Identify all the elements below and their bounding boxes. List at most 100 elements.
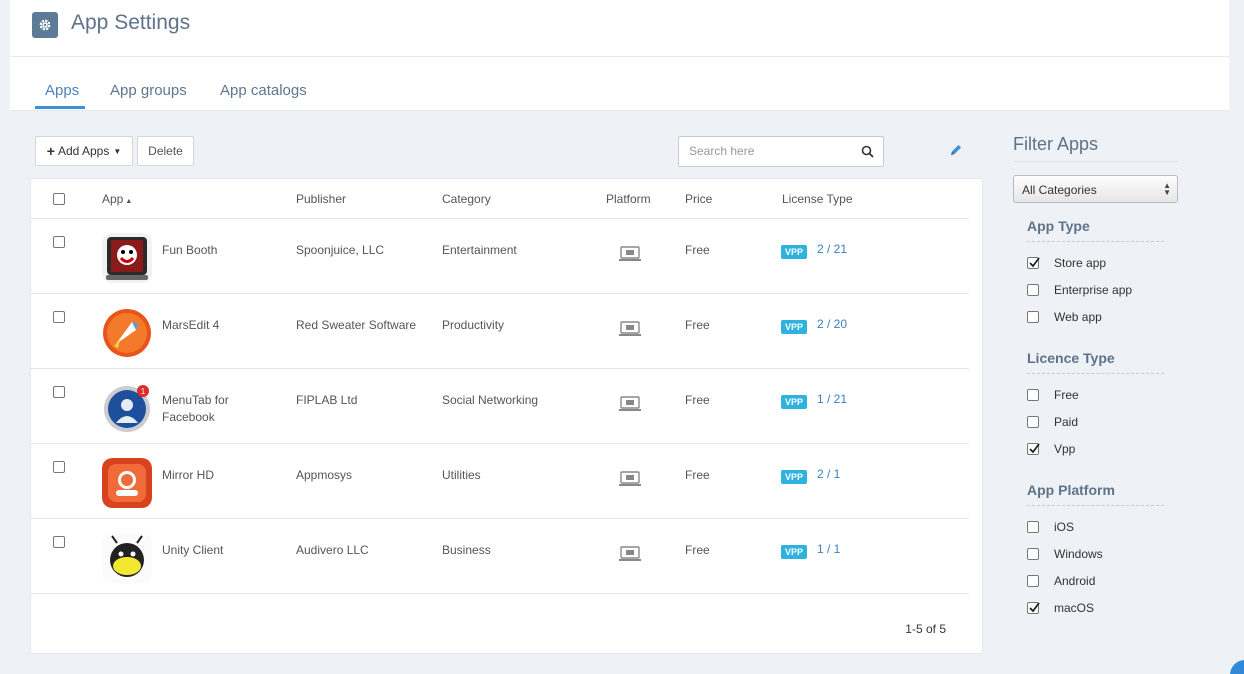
column-category: Category — [442, 192, 491, 206]
macos-platform-icon — [618, 546, 642, 565]
filter-vpp[interactable]: Vpp — [1027, 441, 1075, 457]
checkbox[interactable] — [1027, 548, 1039, 560]
search-input[interactable] — [689, 144, 849, 158]
filter-label: Android — [1054, 574, 1096, 588]
app-price: Free — [685, 393, 710, 407]
filter-label: Paid — [1054, 415, 1079, 429]
filter-title: Filter Apps — [1013, 134, 1099, 154]
filter-free[interactable]: Free — [1027, 387, 1079, 403]
macos-platform-icon — [618, 471, 642, 490]
filter-label: Vpp — [1054, 442, 1076, 456]
row-checkbox[interactable] — [53, 236, 65, 248]
column-app-sort[interactable]: App ▲ — [102, 192, 132, 206]
filter-label: Enterprise app — [1054, 283, 1133, 297]
checkbox[interactable] — [1027, 443, 1040, 455]
vpp-badge: VPP — [781, 245, 808, 259]
column-publisher: Publisher — [296, 192, 347, 206]
table-row[interactable]: Mirror HD Appmosys Utilities Free VPP 2 … — [31, 444, 969, 519]
table-row[interactable]: MarsEdit 4 Red Sweater Software Producti… — [31, 294, 969, 369]
app-name[interactable]: Fun Booth — [162, 242, 217, 259]
app-category: Social Networking — [442, 393, 539, 407]
checkbox[interactable] — [1027, 389, 1039, 401]
filter-label: Free — [1054, 388, 1079, 402]
app-name[interactable]: Mirror HD — [162, 467, 214, 484]
vpp-badge: VPP — [781, 545, 808, 559]
menutab-icon: 1 — [102, 383, 152, 433]
mirror-hd-icon — [102, 458, 152, 508]
help-bubble-button[interactable] — [1230, 660, 1244, 674]
vpp-badge: VPP — [781, 470, 808, 484]
column-license-type: License Type — [782, 192, 853, 206]
filter-macos[interactable]: macOS — [1027, 600, 1094, 616]
checkbox[interactable] — [1027, 575, 1039, 587]
filter-label: macOS — [1054, 601, 1095, 615]
checkmark-icon — [1029, 443, 1040, 454]
divider — [1027, 373, 1164, 374]
app-category: Entertainment — [442, 243, 517, 257]
filter-paid[interactable]: Paid — [1027, 414, 1078, 430]
app-publisher: Audivero LLC — [296, 543, 369, 557]
sort-asc-icon: ▲ — [125, 198, 133, 205]
checkbox[interactable] — [1027, 257, 1040, 269]
row-checkbox[interactable] — [53, 536, 65, 548]
tab-bar: Apps App groups App catalogs — [10, 57, 1229, 111]
filter-enterprise-app[interactable]: Enterprise app — [1027, 282, 1132, 298]
filter-web-app[interactable]: Web app — [1027, 309, 1102, 325]
checkbox[interactable] — [1027, 602, 1040, 614]
checkbox[interactable] — [1027, 284, 1039, 296]
checkbox[interactable] — [1027, 311, 1039, 323]
checkmark-icon — [1029, 602, 1040, 613]
macos-platform-icon — [618, 321, 642, 340]
app-name[interactable]: Unity Client — [162, 542, 223, 559]
app-price: Free — [685, 318, 710, 332]
macos-platform-icon — [618, 396, 642, 415]
page-title: App Settings — [71, 11, 191, 34]
filter-label: iOS — [1054, 520, 1075, 534]
row-checkbox[interactable] — [53, 386, 65, 398]
divider — [1027, 505, 1164, 506]
checkmark-icon — [1029, 257, 1040, 268]
row-checkbox[interactable] — [53, 311, 65, 323]
add-apps-button[interactable]: + Add Apps ▼ — [35, 136, 133, 166]
delete-button[interactable]: Delete — [137, 136, 194, 166]
unity-client-icon — [102, 533, 152, 583]
filter-store-app[interactable]: Store app — [1027, 255, 1106, 271]
search-icon[interactable] — [861, 145, 874, 161]
macos-platform-icon — [618, 246, 642, 265]
column-platform: Platform — [606, 192, 651, 206]
app-publisher: FIPLAB Ltd — [296, 393, 358, 407]
tab-app-groups[interactable]: App groups — [110, 82, 187, 99]
table-row[interactable]: 1 MenuTab for Facebook FIPLAB Ltd Social… — [31, 369, 969, 444]
license-count: 2 / 20 — [817, 317, 848, 331]
category-select[interactable]: All Categories ▲ ▼ — [1013, 175, 1178, 203]
plus-icon: + — [46, 143, 55, 159]
filter-android[interactable]: Android — [1027, 573, 1095, 589]
app-price: Free — [685, 468, 710, 482]
row-checkbox[interactable] — [53, 461, 65, 473]
search-box — [678, 136, 884, 167]
select-all-checkbox[interactable] — [53, 193, 65, 205]
table-row[interactable]: Fun Booth Spoonjuice, LLC Entertainment … — [31, 219, 969, 294]
filter-label: Store app — [1054, 256, 1107, 270]
checkbox[interactable] — [1027, 416, 1039, 428]
tab-apps[interactable]: Apps — [45, 82, 79, 99]
filter-group-app-platform: App Platform — [1027, 482, 1115, 498]
license-count: 2 / 21 — [817, 242, 848, 256]
select-arrows-icon: ▲ ▼ — [1163, 181, 1171, 197]
filter-windows[interactable]: Windows — [1027, 546, 1103, 562]
pencil-icon[interactable] — [949, 143, 963, 160]
tab-app-catalogs[interactable]: App catalogs — [220, 82, 307, 99]
filter-ios[interactable]: iOS — [1027, 519, 1074, 535]
fun-booth-icon — [102, 233, 152, 283]
svg-text:1: 1 — [141, 387, 146, 396]
app-name[interactable]: MarsEdit 4 — [162, 317, 219, 334]
app-name[interactable]: MenuTab for Facebook — [162, 392, 272, 426]
add-apps-label: Add Apps — [57, 144, 110, 158]
table-row[interactable]: Unity Client Audivero LLC Business Free … — [31, 519, 969, 594]
column-app: App — [102, 192, 124, 206]
checkbox[interactable] — [1027, 521, 1039, 533]
page-header: App Settings — [10, 0, 1229, 57]
marsedit-icon — [102, 308, 152, 358]
app-publisher: Spoonjuice, LLC — [296, 243, 385, 257]
divider — [1013, 161, 1179, 162]
